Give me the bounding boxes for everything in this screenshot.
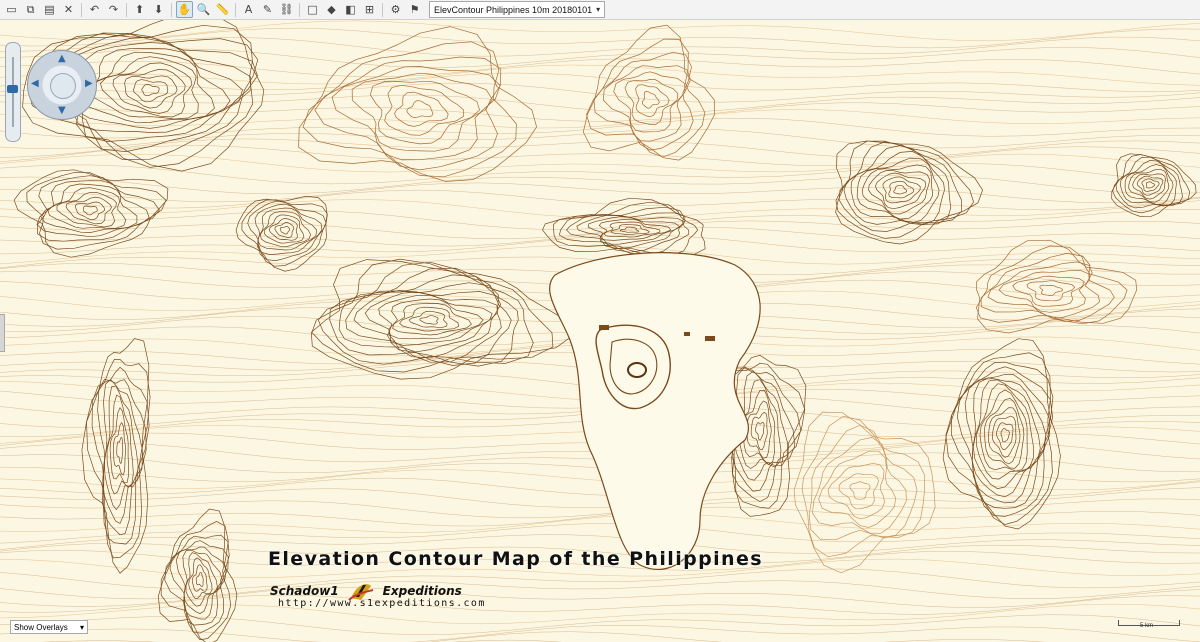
link-icon[interactable]: ⛓ bbox=[278, 1, 295, 18]
zoom-thumb[interactable] bbox=[7, 85, 18, 93]
redo-icon[interactable]: ↷ bbox=[105, 1, 122, 18]
toolbar-separator bbox=[126, 2, 127, 17]
cube-3d-icon[interactable]: ◆ bbox=[323, 1, 340, 18]
brand-right: Expeditions bbox=[382, 584, 462, 598]
show-overlays-select[interactable]: Show Overlays ▾ bbox=[10, 620, 88, 634]
layers-icon[interactable]: ◧ bbox=[342, 1, 359, 18]
zoom-icon[interactable]: 🔍 bbox=[195, 1, 212, 18]
edit-pencil-icon[interactable]: ✎ bbox=[259, 1, 276, 18]
islet bbox=[684, 332, 690, 336]
pan-left-icon[interactable]: ◀ bbox=[31, 78, 39, 89]
islet bbox=[599, 325, 609, 330]
toolbar-separator bbox=[299, 2, 300, 17]
zoom-slider[interactable] bbox=[5, 42, 21, 142]
export-icon[interactable]: ⬇ bbox=[150, 1, 167, 18]
chevron-down-icon[interactable]: ▾ bbox=[80, 623, 84, 632]
brand-left: Schadow1 bbox=[270, 584, 339, 598]
website-url[interactable]: http://www.s1expeditions.com bbox=[278, 598, 486, 609]
chevron-down-icon[interactable]: ▾ bbox=[596, 5, 600, 14]
toolbar-separator bbox=[382, 2, 383, 17]
navigation-control[interactable]: ▲ ▼ ◀ ▶ bbox=[27, 50, 97, 120]
measure-icon[interactable]: 📏 bbox=[214, 1, 231, 18]
scale-bar: 5 km bbox=[1118, 620, 1180, 630]
text-label-icon[interactable]: A bbox=[240, 1, 257, 18]
toolbar-separator bbox=[81, 2, 82, 17]
toolbar-separator bbox=[235, 2, 236, 17]
show-overlays-label: Show Overlays bbox=[14, 622, 68, 632]
side-panel-handle[interactable] bbox=[0, 314, 5, 352]
map-source-select[interactable]: ElevContour Philippines 10m 20180101 ▾ bbox=[429, 1, 606, 18]
copy-icon[interactable]: ⧉ bbox=[22, 1, 39, 18]
import-icon[interactable]: ⬆ bbox=[131, 1, 148, 18]
map-title: Elevation Contour Map of the Philippines bbox=[268, 548, 763, 570]
nav-center-button[interactable] bbox=[50, 73, 76, 99]
open-icon[interactable]: ▭ bbox=[3, 1, 20, 18]
pan-right-icon[interactable]: ▶ bbox=[85, 78, 93, 89]
settings-icon[interactable]: ⚙ bbox=[387, 1, 404, 18]
pan-hand-icon[interactable]: ✋ bbox=[176, 1, 193, 18]
paste-icon[interactable]: ▤ bbox=[41, 1, 58, 18]
toolbar-separator bbox=[171, 2, 172, 17]
pan-up-icon[interactable]: ▲ bbox=[58, 53, 66, 64]
select-rect-icon[interactable]: □ bbox=[304, 1, 321, 18]
gps-icon[interactable]: ⚑ bbox=[406, 1, 423, 18]
undo-icon[interactable]: ↶ bbox=[86, 1, 103, 18]
toolbar: ▭ ⧉ ▤ ✕ ↶ ↷ ⬆ ⬇ ✋ 🔍 📏 A ✎ ⛓ □ ◆ ◧ ⊞ ⚙ ⚑ ElevContour Philipp… bbox=[0, 0, 1200, 20]
islet bbox=[705, 336, 715, 341]
pan-down-icon[interactable]: ▼ bbox=[58, 105, 66, 116]
scale-label: 5 km bbox=[1140, 623, 1154, 629]
toolbar-buttons: ▭ ⧉ ▤ ✕ ↶ ↷ ⬆ ⬇ ✋ 🔍 📏 A ✎ ⛓ □ ◆ ◧ ⊞ ⚙ ⚑ bbox=[3, 1, 423, 18]
map-source-label: ElevContour Philippines 10m 20180101 bbox=[434, 4, 593, 15]
grid-icon[interactable]: ⊞ bbox=[361, 1, 378, 18]
delete-icon[interactable]: ✕ bbox=[60, 1, 77, 18]
